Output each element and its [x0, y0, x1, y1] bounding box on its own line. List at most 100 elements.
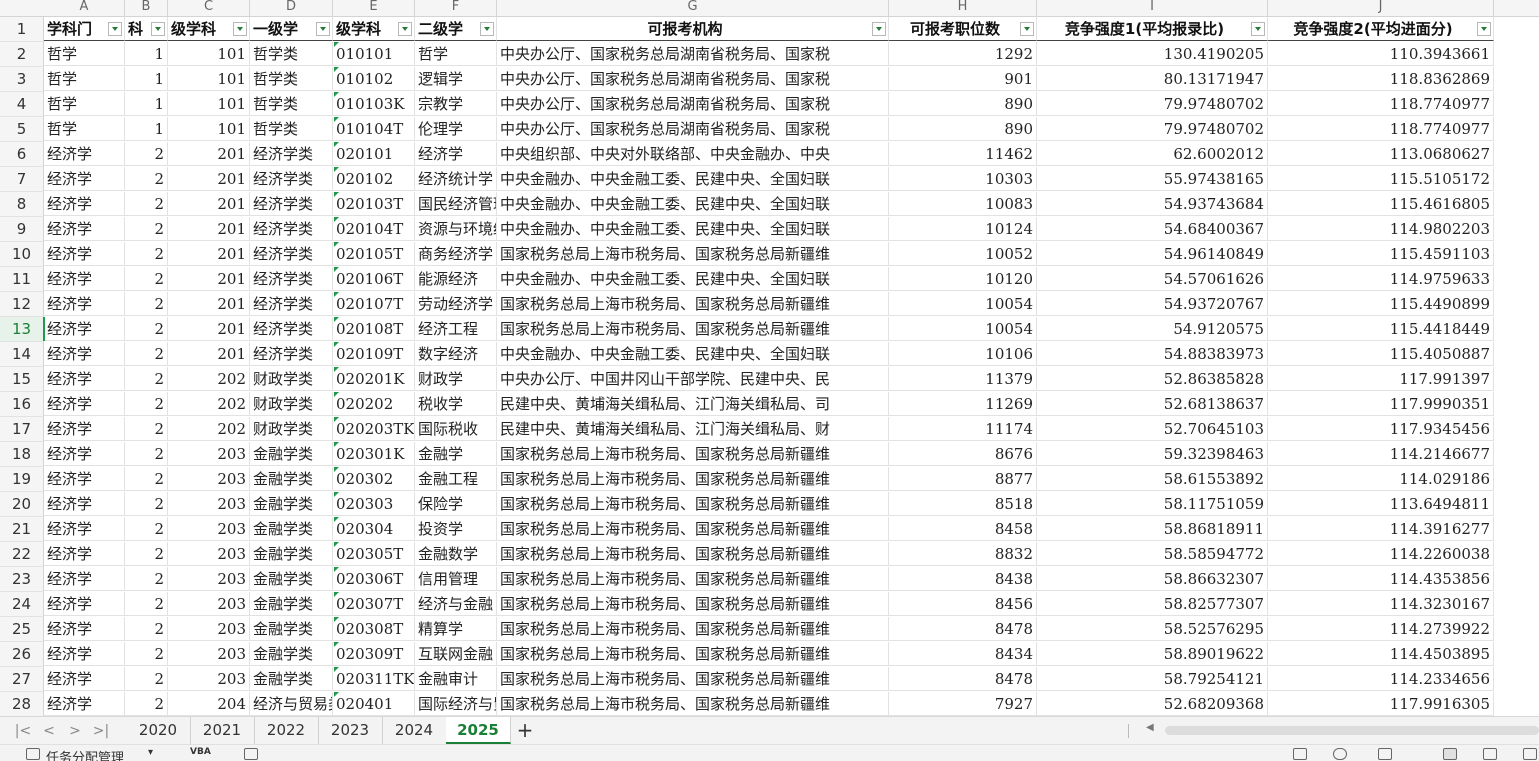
table-cell[interactable]: 国际税收 [415, 417, 497, 441]
table-cell[interactable]: 2 [125, 367, 168, 391]
table-cell[interactable]: 10124 [889, 217, 1037, 241]
table-cell[interactable]: 经济学 [44, 692, 125, 716]
table-cell[interactable]: 020303 [333, 492, 415, 516]
table-cell[interactable]: 国家税务总局上海市税务局、国家税务总局新疆维 [497, 242, 889, 266]
table-cell[interactable]: 国家税务总局上海市税务局、国家税务总局新疆维 [497, 492, 889, 516]
table-cell[interactable]: 1 [125, 92, 168, 116]
sheet-tab-2024[interactable]: 2024 [382, 717, 447, 744]
table-cell[interactable]: 逻辑学 [415, 67, 497, 91]
table-cell[interactable]: 202 [168, 392, 250, 416]
sheet-tab-2022[interactable]: 2022 [254, 717, 319, 744]
table-cell[interactable]: 203 [168, 567, 250, 591]
table-cell[interactable]: 117.9916305 [1268, 692, 1494, 716]
table-cell[interactable]: 金融工程 [415, 467, 497, 491]
table-cell[interactable]: 010102 [333, 67, 415, 91]
normal-view-icon[interactable] [1293, 748, 1307, 760]
table-cell[interactable]: 114.2146677 [1268, 442, 1494, 466]
filter-dropdown-icon[interactable] [151, 22, 165, 36]
header-cell[interactable]: 可报考机构 [497, 17, 889, 41]
select-all-corner[interactable] [0, 0, 45, 17]
table-cell[interactable]: 201 [168, 267, 250, 291]
table-cell[interactable]: 115.4490899 [1268, 292, 1494, 316]
table-cell[interactable]: 金融学类 [250, 617, 333, 641]
table-cell[interactable]: 101 [168, 67, 250, 91]
row-header[interactable]: 18 [0, 442, 44, 467]
table-cell[interactable]: 经济学 [44, 192, 125, 216]
table-cell[interactable]: 经济学类 [250, 317, 333, 341]
table-cell[interactable]: 020307T [333, 592, 415, 616]
table-cell[interactable]: 58.86818911 [1037, 517, 1268, 541]
table-cell[interactable]: 国家税务总局上海市税务局、国家税务总局新疆维 [497, 567, 889, 591]
table-cell[interactable]: 经济工程 [415, 317, 497, 341]
table-cell[interactable]: 114.2334656 [1268, 667, 1494, 691]
horizontal-scrollbar[interactable] [1165, 726, 1539, 735]
table-cell[interactable]: 117.9345456 [1268, 417, 1494, 441]
table-cell[interactable]: 经济学类 [250, 242, 333, 266]
table-cell[interactable]: 101 [168, 117, 250, 141]
table-cell[interactable]: 10054 [889, 292, 1037, 316]
table-cell[interactable]: 201 [168, 167, 250, 191]
header-cell[interactable]: 竞争强度1(平均报录比) [1037, 17, 1268, 41]
filter-dropdown-icon[interactable] [316, 22, 330, 36]
table-cell[interactable]: 203 [168, 492, 250, 516]
table-cell[interactable]: 201 [168, 342, 250, 366]
row-header[interactable]: 22 [0, 542, 44, 567]
table-cell[interactable]: 58.79254121 [1037, 667, 1268, 691]
row-header[interactable]: 5 [0, 117, 44, 142]
row-header[interactable]: 3 [0, 67, 44, 92]
table-cell[interactable]: 2 [125, 642, 168, 666]
table-cell[interactable]: 201 [168, 142, 250, 166]
table-cell[interactable]: 8478 [889, 617, 1037, 641]
column-header-k[interactable] [1494, 0, 1539, 17]
table-cell[interactable]: 中央组织部、中央对外联络部、中央金融办、中央 [497, 142, 889, 166]
table-cell[interactable]: 宗教学 [415, 92, 497, 116]
table-cell[interactable]: 54.96140849 [1037, 242, 1268, 266]
table-cell[interactable]: 8438 [889, 567, 1037, 591]
table-cell[interactable]: 8478 [889, 667, 1037, 691]
row-header[interactable]: 8 [0, 192, 44, 217]
table-cell[interactable]: 经济学 [44, 617, 125, 641]
table-cell[interactable]: 203 [168, 467, 250, 491]
table-cell[interactable]: 114.3230167 [1268, 592, 1494, 616]
table-cell[interactable]: 经济学 [44, 667, 125, 691]
table-cell[interactable]: 10052 [889, 242, 1037, 266]
table-cell[interactable]: 哲学 [415, 42, 497, 66]
row-header[interactable]: 6 [0, 142, 44, 167]
table-cell[interactable]: 国家税务总局上海市税务局、国家税务总局新疆维 [497, 642, 889, 666]
table-cell[interactable]: 国家税务总局上海市税务局、国家税务总局新疆维 [497, 542, 889, 566]
row-header[interactable]: 15 [0, 367, 44, 392]
table-cell[interactable]: 经济学 [44, 367, 125, 391]
table-cell[interactable]: 8456 [889, 592, 1037, 616]
filter-dropdown-icon[interactable] [108, 22, 122, 36]
table-cell[interactable]: 80.13171947 [1037, 67, 1268, 91]
table-cell[interactable]: 2 [125, 517, 168, 541]
table-cell[interactable]: 020203TK [333, 417, 415, 441]
table-cell[interactable]: 202 [168, 367, 250, 391]
table-cell[interactable]: 经济学 [44, 442, 125, 466]
table-cell[interactable]: 经济学 [44, 317, 125, 341]
table-cell[interactable]: 经济学 [44, 392, 125, 416]
table-cell[interactable]: 经济学 [44, 242, 125, 266]
table-cell[interactable]: 020308T [333, 617, 415, 641]
table-cell[interactable]: 2 [125, 167, 168, 191]
table-cell[interactable]: 115.4050887 [1268, 342, 1494, 366]
scroll-divider[interactable] [1128, 724, 1129, 738]
table-cell[interactable]: 020306T [333, 567, 415, 591]
table-cell[interactable]: 114.4503895 [1268, 642, 1494, 666]
add-sheet-icon[interactable]: + [514, 719, 536, 741]
spreadsheet-grid[interactable]: ABCDEFGHIJ 1 学科门科级学科 一级学 级学科 二级学 可报考机构 可报考职位数竞… [0, 0, 1539, 716]
table-cell[interactable]: 金融学类 [250, 467, 333, 491]
task-pane-label[interactable]: 任务分配管理 [46, 747, 124, 761]
table-cell[interactable]: 经济学 [44, 542, 125, 566]
column-header-d[interactable]: D [250, 0, 333, 17]
table-cell[interactable]: 经济学类 [250, 192, 333, 216]
table-cell[interactable]: 58.82577307 [1037, 592, 1268, 616]
table-cell[interactable]: 数字经济 [415, 342, 497, 366]
grid-view-icon[interactable] [1443, 748, 1457, 760]
table-cell[interactable]: 8458 [889, 517, 1037, 541]
column-header-j[interactable]: J [1268, 0, 1494, 17]
reading-view-icon[interactable] [1523, 748, 1537, 760]
scroll-left-icon[interactable]: ◀ [1146, 722, 1154, 733]
column-header-g[interactable]: G [497, 0, 889, 17]
table-cell[interactable]: 2 [125, 242, 168, 266]
